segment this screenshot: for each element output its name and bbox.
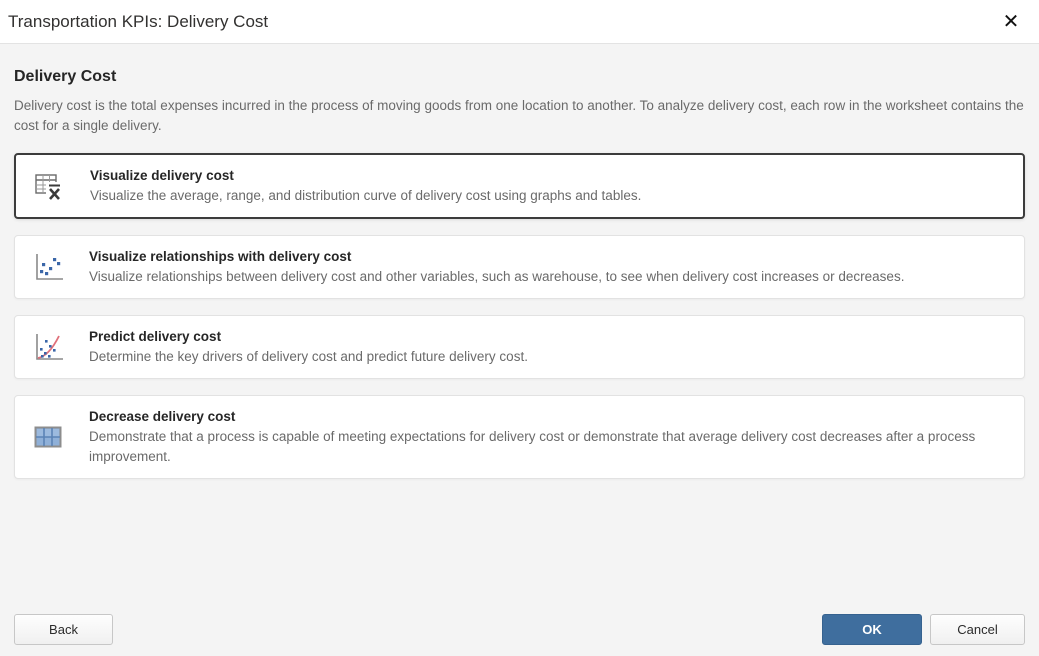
option-card-description: Demonstrate that a process is capable of… — [89, 429, 976, 465]
capability-table-icon — [31, 421, 65, 453]
cancel-button[interactable]: Cancel — [930, 614, 1025, 645]
option-card-predict[interactable]: Predict delivery cost Determine the key … — [14, 315, 1025, 380]
option-card-list: Visualize delivery cost Visualize the av… — [14, 153, 1025, 480]
option-card-title: Predict delivery cost — [89, 329, 222, 345]
close-icon[interactable]: ✕ — [997, 8, 1025, 36]
ok-button[interactable]: OK — [822, 614, 922, 645]
option-card-visualize-relationships[interactable]: Visualize relationships with delivery co… — [14, 235, 1025, 300]
dialog-footer: Back OK Cancel — [14, 614, 1025, 645]
dialog-title: Transportation KPIs: Delivery Cost — [8, 11, 269, 31]
kpi-description: Delivery cost is the total expenses incu… — [14, 98, 1024, 133]
option-card-title: Visualize delivery cost — [90, 168, 234, 184]
dialog-titlebar: Transportation KPIs: Delivery Cost ✕ — [0, 0, 1039, 44]
back-button[interactable]: Back — [14, 614, 113, 645]
option-card-decrease[interactable]: Decrease delivery cost Demonstrate that … — [14, 395, 1025, 480]
dialog-content: Delivery Cost Delivery cost is the total… — [0, 44, 1039, 480]
scatter-plot-icon — [31, 251, 65, 283]
option-card-description: Determine the key drivers of delivery co… — [89, 349, 528, 365]
option-card-description: Visualize the average, range, and distri… — [90, 188, 642, 204]
option-card-title: Visualize relationships with delivery co… — [89, 249, 352, 265]
table-mean-icon — [32, 170, 66, 202]
regression-plot-icon — [31, 331, 65, 363]
option-card-title: Decrease delivery cost — [89, 409, 236, 425]
option-card-description: Visualize relationships between delivery… — [89, 269, 905, 285]
option-card-visualize-delivery-cost[interactable]: Visualize delivery cost Visualize the av… — [14, 153, 1025, 220]
page-title: Delivery Cost — [14, 68, 117, 85]
